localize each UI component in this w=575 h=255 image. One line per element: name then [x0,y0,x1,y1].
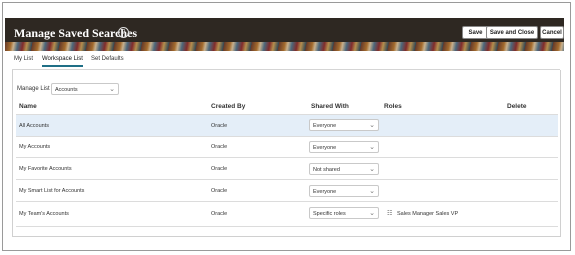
row-divider [16,201,558,202]
shared-with-value: Everyone [313,145,337,151]
row-created-by: Oracle [211,166,228,172]
row-divider [16,226,558,227]
cancel-button[interactable]: Cancel [540,26,564,39]
shared-with-value: Everyone [313,123,337,129]
col-header-name: Name [19,103,37,110]
tab-bar: My List Workspace List Set Defaults [12,56,560,70]
manage-list-value: Accounts [55,87,78,93]
shared-with-select[interactable]: Specific roles ⌄ [309,207,379,219]
row-roles: Sales Manager Sales VP [397,211,459,217]
shared-with-select[interactable]: Everyone ⌄ [309,141,379,153]
help-icon[interactable]: ? [118,27,129,38]
chevron-down-icon: ⌄ [369,210,375,217]
row-name[interactable]: My Favorite Accounts [19,166,72,172]
save-and-close-button[interactable]: Save and Close [486,26,538,39]
chevron-down-icon: ⌄ [369,122,375,129]
col-header-roles: Roles [384,103,402,110]
row-name[interactable]: My Accounts [19,144,50,150]
shared-with-select[interactable]: Everyone ⌄ [309,119,379,131]
row-created-by: Oracle [211,144,228,150]
chevron-down-icon: ⌄ [369,166,375,173]
row-name[interactable]: All Accounts [19,123,49,129]
row-created-by: Oracle [211,188,228,194]
shared-with-value: Not shared [313,167,340,173]
col-header-shared-with: Shared With [311,103,349,110]
col-header-delete: Delete [507,103,527,110]
chevron-down-icon: ⌄ [369,188,375,195]
shared-with-value: Specific roles [313,211,346,217]
shared-with-select[interactable]: Not shared ⌄ [309,163,379,175]
shared-with-value: Everyone [313,189,337,195]
row-created-by: Oracle [211,123,228,129]
row-divider [16,157,558,158]
row-name[interactable]: My Team's Accounts [19,211,69,217]
chevron-down-icon: ⌄ [109,86,115,93]
shared-with-select[interactable]: Everyone ⌄ [309,185,379,197]
row-divider [16,179,558,180]
tab-workspace-list[interactable]: Workspace List [42,56,83,67]
selected-row-highlight [16,115,558,136]
workspace-panel [12,70,561,237]
row-created-by: Oracle [211,211,228,217]
row-name[interactable]: My Smart List for Accounts [19,188,84,194]
save-button[interactable]: Save [462,26,489,39]
manage-list-label: Manage List [17,86,50,92]
tab-my-list[interactable]: My List [14,56,33,62]
header-banner: Manage Saved Searches ? Save Save and Cl… [5,18,564,51]
chevron-down-icon: ⌄ [369,144,375,151]
manage-list-select[interactable]: Accounts ⌄ [51,83,119,95]
roles-icon[interactable]: ☷ [387,210,392,217]
header-pattern [5,42,564,51]
tab-set-defaults[interactable]: Set Defaults [91,56,124,62]
col-header-created-by: Created By [211,103,246,110]
row-divider [16,136,558,137]
